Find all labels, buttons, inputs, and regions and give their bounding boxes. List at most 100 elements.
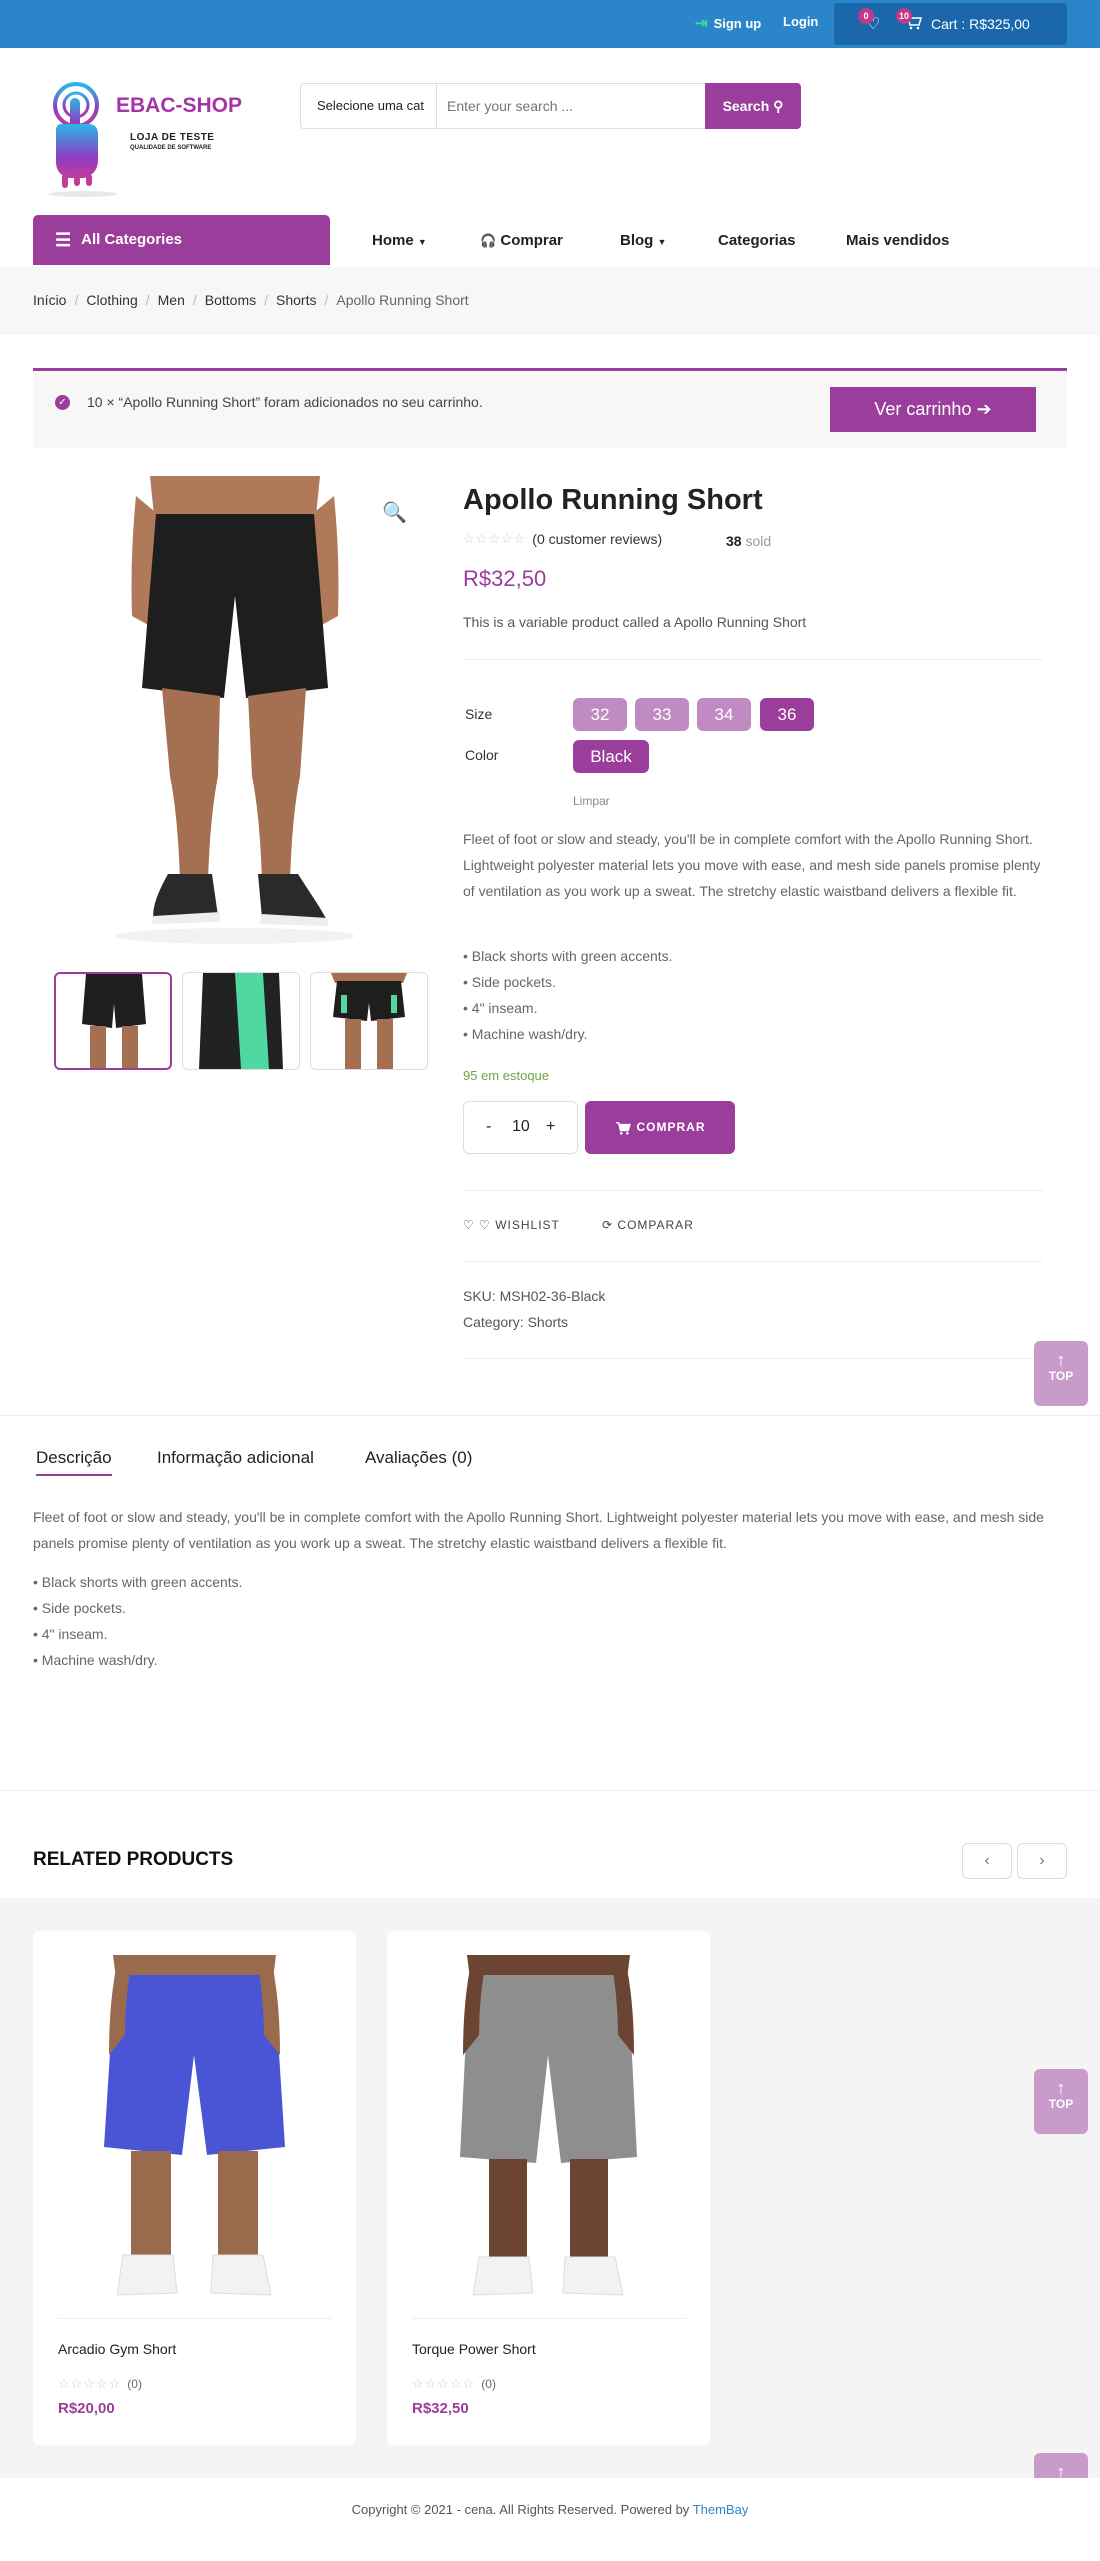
nav-comprar-label: Comprar <box>500 232 563 249</box>
product-card-image[interactable] <box>427 1955 670 2317</box>
breadcrumb-item[interactable]: Bottoms <box>205 292 256 308</box>
divider <box>57 2318 332 2319</box>
cart-count-badge: 10 <box>896 8 912 24</box>
size-label: Size <box>465 706 493 722</box>
stock-status: 95 em estoque <box>463 1068 550 1083</box>
search-icon: ⚲ <box>773 97 784 114</box>
tab-avaliacoes[interactable]: Avaliações (0) <box>365 1448 472 1468</box>
tab-informacao-adicional[interactable]: Informação adicional <box>157 1448 314 1468</box>
carousel-prev-button[interactable]: ‹ <box>962 1843 1012 1879</box>
back-to-top-button[interactable]: ↑TOP <box>1034 1341 1088 1406</box>
breadcrumb-item[interactable]: Início <box>33 292 66 308</box>
clear-selection-link[interactable]: Limpar <box>573 794 610 808</box>
review-count: (0) <box>481 2377 496 2391</box>
carousel-next-button[interactable]: › <box>1017 1843 1067 1879</box>
product-category: Category: Shorts <box>463 1314 568 1330</box>
color-label: Color <box>465 747 499 763</box>
product-card-price: R$20,00 <box>58 2400 115 2417</box>
product-card-image[interactable] <box>73 1955 316 2317</box>
wishlist-link[interactable]: ♡ ♡ WISHLIST <box>463 1218 560 1232</box>
breadcrumb-item[interactable]: Shorts <box>276 292 316 308</box>
nav-blog[interactable]: Blog ▼ <box>620 232 666 249</box>
product-card[interactable]: Torque Power Short ☆☆☆☆☆ (0) R$32,50 <box>387 1931 710 2445</box>
size-swatch[interactable]: 33 <box>635 698 689 731</box>
cart-notice: ✓ 10 × “Apollo Running Short” foram adic… <box>33 368 1067 448</box>
category-select[interactable]: Selecione uma cat <box>301 84 437 128</box>
product-card-price: R$32,50 <box>412 2400 469 2417</box>
product-rating: ☆☆☆☆☆ (0 customer reviews) <box>463 531 662 547</box>
product-card[interactable]: Arcadio Gym Short ☆☆☆☆☆ (0) R$20,00 <box>33 1931 356 2445</box>
nav-comprar[interactable]: 🎧 Comprar <box>480 232 563 249</box>
thembay-link[interactable]: ThemBay <box>693 2502 749 2517</box>
nav-mais-vendidos[interactable]: Mais vendidos <box>846 232 949 249</box>
star-rating-icon: ☆☆☆☆☆ <box>463 531 527 546</box>
size-swatch-selected[interactable]: 36 <box>760 698 814 731</box>
feature-list: • Black shorts with green accents. • Sid… <box>463 943 673 1047</box>
view-cart-button[interactable]: Ver carrinho ➔ <box>830 387 1036 432</box>
quantity-value[interactable]: 10 <box>512 1118 530 1136</box>
breadcrumb-item[interactable]: Men <box>158 292 185 308</box>
breadcrumb-separator: / <box>324 292 329 308</box>
customer-reviews-link[interactable]: (0 customer reviews) <box>532 531 662 547</box>
category-link[interactable]: Shorts <box>528 1314 568 1330</box>
product-sku: SKU: MSH02-36-Black <box>463 1288 606 1304</box>
color-swatch-selected[interactable]: Black <box>573 740 649 773</box>
all-categories-label: All Categories <box>81 231 183 248</box>
breadcrumb-separator: / <box>74 292 79 308</box>
signup-icon: ⇥ <box>695 15 708 32</box>
zoom-icon[interactable]: 🔍 <box>382 500 407 525</box>
product-thumbnail[interactable] <box>310 972 428 1070</box>
product-thumbnail[interactable] <box>54 972 172 1070</box>
compare-link[interactable]: ⟳ COMPARAR <box>602 1218 694 1232</box>
size-swatch[interactable]: 32 <box>573 698 627 731</box>
all-categories-button[interactable]: ☰ All Categories <box>33 215 330 265</box>
review-count: (0) <box>127 2377 142 2391</box>
feature-item: • Machine wash/dry. <box>463 1026 588 1042</box>
divider <box>0 1415 1100 1416</box>
signup-link[interactable]: ⇥ Sign up <box>695 14 761 32</box>
divider <box>411 2318 686 2319</box>
site-logo[interactable]: EBAC-SHOP LOJA DE TESTE QUALIDADE DE SOF… <box>48 78 248 198</box>
refresh-icon: ⟳ <box>602 1218 614 1232</box>
sold-count: 38 sold <box>726 533 771 549</box>
arrow-right-icon: ➔ <box>976 399 992 419</box>
quantity-stepper: - 10 + <box>463 1101 578 1154</box>
login-link[interactable]: Login <box>783 14 818 29</box>
quantity-increase-button[interactable]: + <box>546 1118 555 1136</box>
product-card-rating: ☆☆☆☆☆ (0) <box>412 2376 496 2392</box>
breadcrumb-separator: / <box>145 292 150 308</box>
sold-number: 38 <box>726 533 742 549</box>
search-button-label: Search <box>722 97 770 114</box>
tab-description-text: Fleet of foot or slow and steady, you'll… <box>33 1509 1044 1551</box>
divider <box>463 1261 1043 1262</box>
search-button[interactable]: Search ⚲ <box>705 83 801 129</box>
breadcrumb-separator: / <box>192 292 197 308</box>
buy-button-label: COMPRAR <box>636 1120 706 1135</box>
cart-total[interactable]: Cart : R$325,00 <box>931 16 1030 32</box>
buy-button[interactable]: COMPRAR <box>585 1101 735 1154</box>
arrow-up-icon: ↑ <box>1056 2078 1066 2098</box>
back-to-top-button[interactable]: ↑TOP <box>1034 2069 1088 2134</box>
nav-home[interactable]: Home ▼ <box>372 232 427 249</box>
logo-hand-icon <box>49 82 117 197</box>
product-thumbnail[interactable] <box>182 972 300 1070</box>
feature-item: • Side pockets. <box>463 974 556 990</box>
cart-box[interactable]: ♡ 0 10 Cart : R$325,00 <box>834 3 1067 45</box>
breadcrumb-item[interactable]: Clothing <box>86 292 137 308</box>
tab-feature-list: • Black shorts with green accents. • Sid… <box>33 1569 243 1673</box>
view-cart-label: Ver carrinho <box>874 399 972 419</box>
nav-categorias[interactable]: Categorias <box>718 232 796 249</box>
search-bar: Selecione uma cat Search ⚲ <box>300 83 801 129</box>
product-main-image[interactable] <box>70 476 400 951</box>
feature-item: • Black shorts with green accents. <box>463 948 673 964</box>
menu-icon: ☰ <box>55 230 72 251</box>
product-card-name[interactable]: Torque Power Short <box>412 2341 536 2357</box>
heart-icon: ♡ <box>479 1218 491 1232</box>
product-card-name[interactable]: Arcadio Gym Short <box>58 2341 176 2357</box>
search-input[interactable] <box>447 94 697 118</box>
copyright-text: Copyright © 2021 - cena. All Rights Rese… <box>351 2502 690 2517</box>
tab-descricao[interactable]: Descrição <box>36 1448 112 1476</box>
product-price: R$32,50 <box>463 566 547 591</box>
quantity-decrease-button[interactable]: - <box>486 1118 491 1136</box>
size-swatch[interactable]: 34 <box>697 698 751 731</box>
